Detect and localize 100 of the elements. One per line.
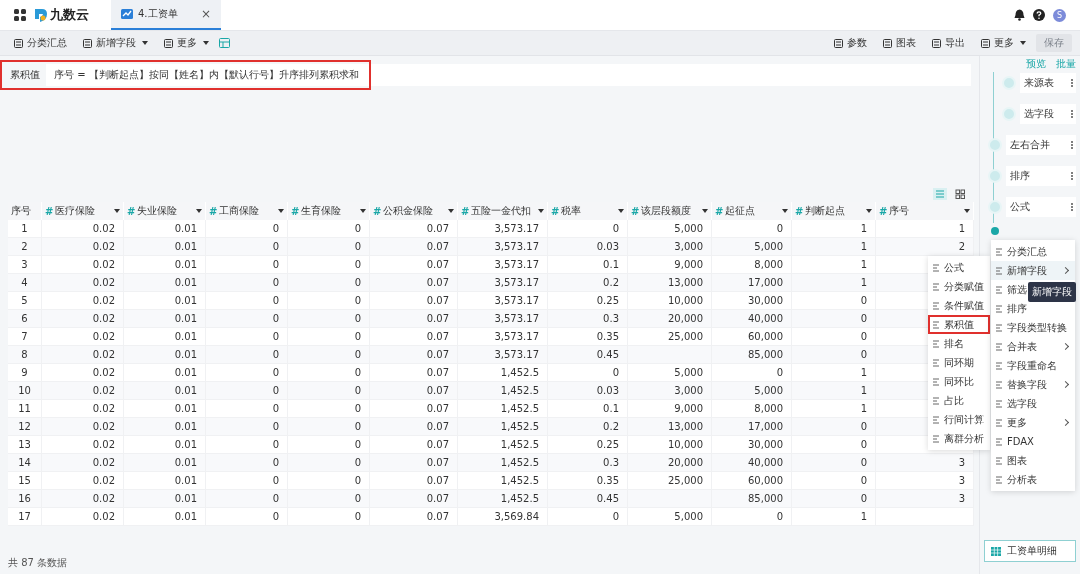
table-cell: 0 bbox=[272, 313, 279, 324]
table-cell: 0.2 bbox=[603, 421, 619, 432]
table-cell: 0.07 bbox=[426, 349, 449, 360]
menu-item[interactable]: 条件赋值 bbox=[928, 296, 990, 315]
table-cell: 9,000 bbox=[674, 403, 703, 414]
table-cell: 5 bbox=[21, 295, 28, 306]
menu-item[interactable]: 公式 bbox=[928, 258, 990, 277]
table-cell: 0 bbox=[860, 349, 867, 360]
menu-item[interactable]: 离群分析 bbox=[928, 429, 990, 448]
menu-item[interactable]: 更多 bbox=[991, 413, 1075, 432]
table-cell: 1 bbox=[860, 259, 867, 270]
toolbar-button[interactable]: 更多 bbox=[975, 34, 1032, 52]
column-header[interactable]: # 工商保险 bbox=[206, 202, 288, 220]
table-cell: 0 bbox=[354, 295, 361, 306]
column-header[interactable]: # 起征点 bbox=[712, 202, 792, 220]
number-type-icon: # bbox=[551, 205, 560, 217]
menu-item[interactable]: 图表 bbox=[991, 451, 1075, 470]
menu-item[interactable]: 新增字段 bbox=[991, 261, 1075, 280]
table-cell: 0 bbox=[860, 331, 867, 342]
menu-item[interactable]: 字段类型转换 bbox=[991, 318, 1075, 337]
table-cell: 10,000 bbox=[668, 295, 703, 306]
table-cell: 0 bbox=[354, 367, 361, 378]
table-cell: 0 bbox=[612, 511, 619, 522]
table-cell: 17 bbox=[18, 511, 31, 522]
menu-item[interactable]: 分类汇总 bbox=[991, 242, 1075, 261]
toolbar-button[interactable]: 新增字段 bbox=[77, 34, 154, 52]
toolbar-button[interactable]: 参数 bbox=[828, 34, 873, 52]
tooltip: 新增字段 bbox=[1028, 282, 1076, 302]
menu-item[interactable]: 分类赋值 bbox=[928, 277, 990, 296]
toolbar-button[interactable]: 更多 bbox=[158, 34, 215, 52]
table-cell: 25,000 bbox=[668, 331, 703, 342]
flow-step[interactable]: 来源表 bbox=[1020, 73, 1076, 93]
toolbar-button[interactable]: 分类汇总 bbox=[8, 34, 73, 52]
table-cell: 0 bbox=[354, 313, 361, 324]
table-cell: 0.07 bbox=[426, 493, 449, 504]
flow-step[interactable]: 选字段 bbox=[1020, 104, 1076, 124]
table-cell: 0.01 bbox=[174, 277, 197, 288]
column-header[interactable]: # 失业保险 bbox=[124, 202, 206, 220]
table-cell: 0.01 bbox=[174, 475, 197, 486]
table-cell: 0 bbox=[860, 313, 867, 324]
table-cell: 10 bbox=[18, 385, 31, 396]
table-cell: 3,573.17 bbox=[494, 277, 539, 288]
column-header[interactable]: # 公积金保险 bbox=[370, 202, 458, 220]
file-tab[interactable]: 4.工资单 × bbox=[111, 0, 221, 30]
menu-item[interactable]: 累积值 bbox=[928, 315, 990, 334]
menu-item[interactable]: FDAX bbox=[991, 432, 1075, 451]
table-cell: 0.02 bbox=[92, 277, 115, 288]
number-type-icon: # bbox=[209, 205, 218, 217]
table-cell: 0.45 bbox=[596, 493, 619, 504]
toolbar-button[interactable]: 导出 bbox=[926, 34, 971, 52]
table-cell: 0 bbox=[776, 223, 783, 234]
menu-item[interactable]: 分析表 bbox=[991, 470, 1075, 489]
flow-step[interactable]: 公式 bbox=[1006, 197, 1076, 217]
table-cell: 0 bbox=[272, 295, 279, 306]
menu-item[interactable]: 替换字段 bbox=[991, 375, 1075, 394]
menu-item[interactable]: 排序 bbox=[991, 299, 1075, 318]
menu-item[interactable]: 排名 bbox=[928, 334, 990, 353]
table-cell: 0.07 bbox=[426, 277, 449, 288]
table-cell: 2 bbox=[21, 241, 28, 252]
table-cell: 5,000 bbox=[674, 511, 703, 522]
number-type-icon: # bbox=[127, 205, 136, 217]
table-cell: 1 bbox=[860, 385, 867, 396]
table-cell: 8,000 bbox=[754, 403, 783, 414]
column-header[interactable]: # 生育保险 bbox=[288, 202, 370, 220]
column-header[interactable]: # 该层段额度 bbox=[628, 202, 712, 220]
close-button[interactable]: × bbox=[200, 7, 211, 21]
table-cell: 9,000 bbox=[674, 259, 703, 270]
table-cell: 0.01 bbox=[174, 493, 197, 504]
table-cell: 13,000 bbox=[668, 421, 703, 432]
menu-item[interactable]: 选字段 bbox=[991, 394, 1075, 413]
table-cell: 1,452.5 bbox=[500, 439, 539, 450]
table-cell: 0.02 bbox=[92, 223, 115, 234]
flow-step[interactable]: 排序 bbox=[1006, 166, 1076, 186]
menu-item[interactable]: 字段重命名 bbox=[991, 356, 1075, 375]
menu-item[interactable]: 同环比 bbox=[928, 372, 990, 391]
table-cell: 3,573.17 bbox=[494, 313, 539, 324]
column-header[interactable]: # 五险一金代扣 bbox=[458, 202, 548, 220]
column-header[interactable]: # 序号 bbox=[876, 202, 974, 220]
menu-item[interactable]: 合并表 bbox=[991, 337, 1075, 356]
number-type-icon: # bbox=[879, 205, 888, 217]
table-cell: 0.2 bbox=[603, 277, 619, 288]
column-header[interactable]: # 判断起点 bbox=[792, 202, 876, 220]
column-header[interactable]: # 税率 bbox=[548, 202, 628, 220]
table-cell: 20,000 bbox=[668, 313, 703, 324]
table-cell: 0 bbox=[354, 493, 361, 504]
output-table-node[interactable]: 工资单明细 bbox=[984, 540, 1076, 562]
menu-item[interactable]: 同环期 bbox=[928, 353, 990, 372]
flow-step[interactable]: 左右合并 bbox=[1006, 135, 1076, 155]
column-header[interactable]: # 医疗保险 bbox=[42, 202, 124, 220]
table-cell: 0.03 bbox=[596, 385, 619, 396]
table-cell: 0.03 bbox=[596, 241, 619, 252]
table-cell: 0.02 bbox=[92, 259, 115, 270]
table-cell: 0.01 bbox=[174, 295, 197, 306]
column-header[interactable]: 序号 bbox=[8, 202, 42, 220]
menu-item[interactable]: 行间计算 bbox=[928, 410, 990, 429]
table-cell: 0.01 bbox=[174, 439, 197, 450]
menu-item[interactable]: 占比 bbox=[928, 391, 990, 410]
formula-field[interactable]: 序号 = 【判断起点】按同【姓名】内【默认行号】升序排列累积求和 bbox=[46, 68, 367, 82]
table-cell: 0 bbox=[272, 385, 279, 396]
toolbar-button[interactable]: 图表 bbox=[877, 34, 922, 52]
